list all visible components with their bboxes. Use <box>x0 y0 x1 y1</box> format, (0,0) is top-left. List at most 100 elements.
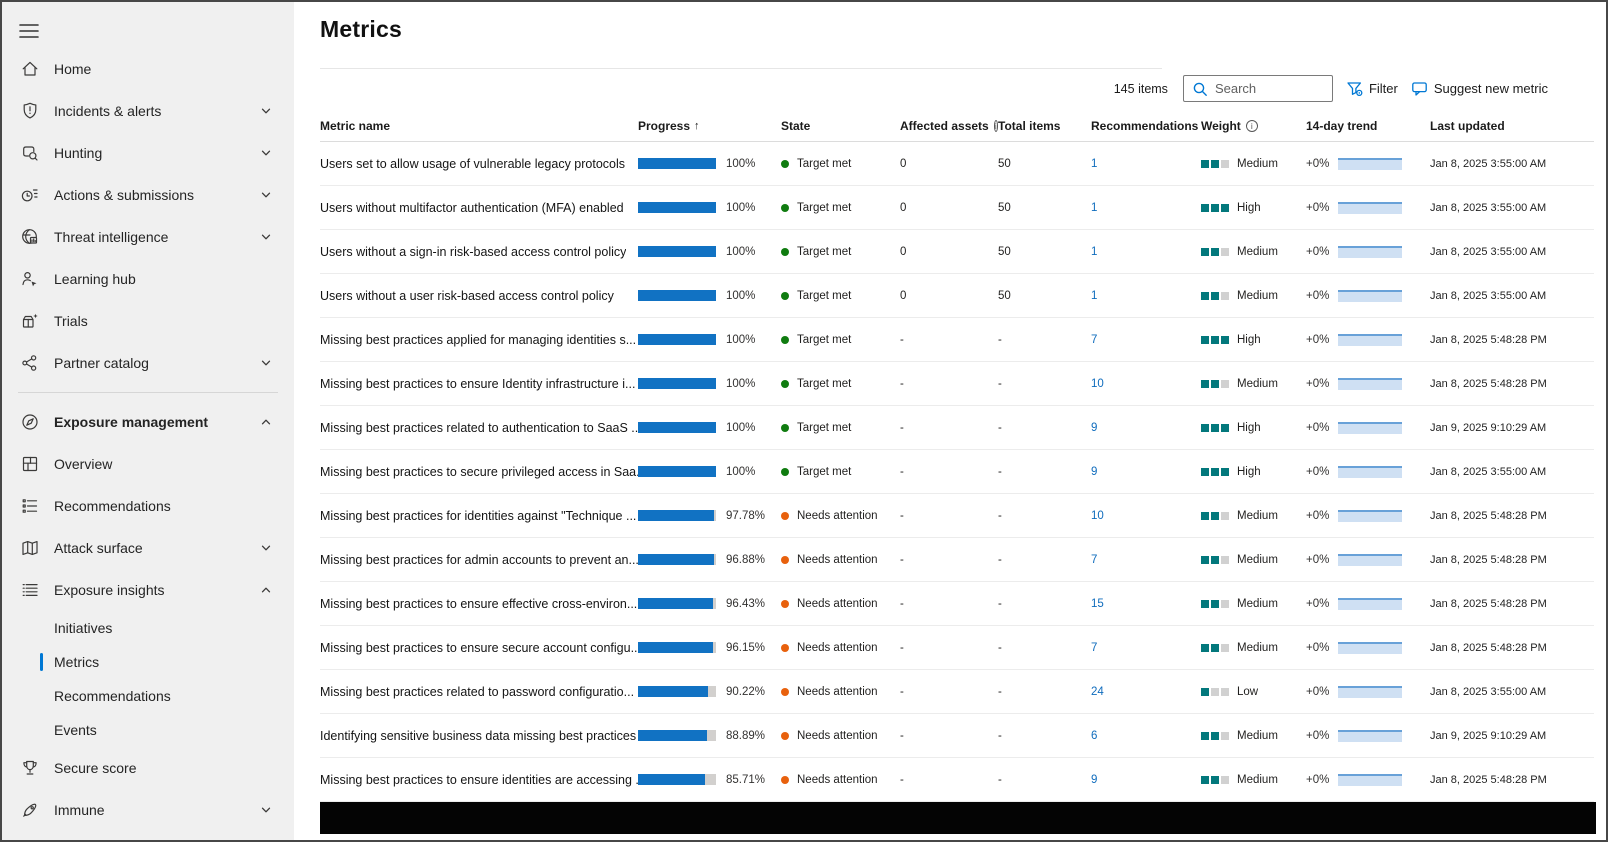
sidebar-item-home[interactable]: Home <box>2 48 294 90</box>
info-icon[interactable]: i <box>1246 120 1258 132</box>
sidebar-item-hunting[interactable]: Hunting <box>2 132 294 174</box>
recommendations-link[interactable]: 24 <box>1091 686 1104 698</box>
page-title: Metrics <box>320 16 402 43</box>
column-header-weight[interactable]: Weighti <box>1201 119 1306 133</box>
table-row[interactable]: Missing best practices related to passwo… <box>320 670 1594 714</box>
search-input[interactable] <box>1215 81 1324 96</box>
sidebar-item-exposure-insights[interactable]: Exposure insights <box>2 569 294 611</box>
metric-name: Missing best practices applied for manag… <box>320 333 636 347</box>
state-dot <box>781 380 789 388</box>
progress-value: 96.43% <box>726 598 765 610</box>
sidebar-item-attack-surface[interactable]: Attack surface <box>2 527 294 569</box>
sidebar-item-learning-hub[interactable]: Learning hub <box>2 258 294 300</box>
sidebar-item-metrics[interactable]: Metrics <box>2 645 294 679</box>
column-header-affected-assets[interactable]: Affected assetsi <box>900 119 998 133</box>
weight-square <box>1201 160 1209 168</box>
column-header-recommendations[interactable]: Recommendations <box>1091 119 1201 133</box>
sidebar-item-immune[interactable]: Immune <box>2 789 294 831</box>
column-header-state[interactable]: State <box>781 119 900 133</box>
trend-cell: +0% <box>1306 378 1430 390</box>
sidebar-item-initiatives[interactable]: Initiatives <box>2 611 294 645</box>
weight-cell: Medium <box>1201 598 1306 610</box>
search-box[interactable] <box>1183 75 1333 102</box>
trend-value: +0% <box>1306 246 1329 258</box>
suggest-new-metric-button[interactable]: Suggest new metric <box>1411 80 1548 97</box>
weight-cell: Medium <box>1201 510 1306 522</box>
state-label: Target met <box>797 422 851 434</box>
recommendations-link[interactable]: 10 <box>1091 378 1104 390</box>
column-header-last-updated[interactable]: Last updated <box>1430 119 1594 133</box>
recommendations-link[interactable]: 1 <box>1091 290 1097 302</box>
table-row[interactable]: Users without a sign-in risk-based acces… <box>320 230 1594 274</box>
recommendations-link[interactable]: 9 <box>1091 466 1097 478</box>
sidebar-item-trials[interactable]: Trials <box>2 300 294 342</box>
recommendations-link[interactable]: 9 <box>1091 422 1097 434</box>
sidebar-item-events[interactable]: Events <box>2 713 294 747</box>
sidebar-item-actions-submissions[interactable]: Actions & submissions <box>2 174 294 216</box>
table-row[interactable]: Missing best practices for identities ag… <box>320 494 1594 538</box>
column-header-progress[interactable]: Progress↑ <box>638 119 781 133</box>
recommendations-link[interactable]: 1 <box>1091 158 1097 170</box>
trend-cell: +0% <box>1306 334 1430 346</box>
table-row[interactable]: Missing best practices for admin account… <box>320 538 1594 582</box>
recommendations-link[interactable]: 10 <box>1091 510 1104 522</box>
weight-cell: Medium <box>1201 378 1306 390</box>
affected-assets-cell: 0 <box>900 158 998 170</box>
table-row[interactable]: Missing best practices to ensure Identit… <box>320 362 1594 406</box>
trend-cell: +0% <box>1306 554 1430 566</box>
table-row[interactable]: Identifying sensitive business data miss… <box>320 714 1594 758</box>
sidebar-item-recommendations[interactable]: Recommendations <box>2 679 294 713</box>
sidebar-item-secure-score[interactable]: Secure score <box>2 747 294 789</box>
table-row[interactable]: Users without a user risk-based access c… <box>320 274 1594 318</box>
table-row[interactable]: Missing best practices applied for manag… <box>320 318 1594 362</box>
column-header-14-day-trend[interactable]: 14-day trend <box>1306 119 1430 133</box>
progress-value: 88.89% <box>726 730 765 742</box>
sidebar-item-exposure-management[interactable]: Exposure management <box>2 401 294 443</box>
chat-icon <box>1411 80 1428 97</box>
table-row[interactable]: Users set to allow usage of vulnerable l… <box>320 142 1594 186</box>
hamburger-menu-button[interactable] <box>2 10 39 48</box>
recommendations-link[interactable]: 7 <box>1091 642 1097 654</box>
recommendations-link[interactable]: 7 <box>1091 554 1097 566</box>
recommendations-cell: 10 <box>1091 510 1201 522</box>
table-row[interactable]: Missing best practices to ensure effecti… <box>320 582 1594 626</box>
sidebar-item-overview[interactable]: Overview <box>2 443 294 485</box>
recommendations-link[interactable]: 9 <box>1091 774 1097 786</box>
total-items-cell: - <box>998 686 1091 698</box>
progress-value: 100% <box>726 202 755 214</box>
weight-label: Medium <box>1237 774 1278 786</box>
total-items-value: - <box>998 510 1002 522</box>
affected-assets-value: - <box>900 774 904 786</box>
column-label: 14-day trend <box>1306 119 1377 133</box>
progress-value: 100% <box>726 422 755 434</box>
table-row[interactable]: Missing best practices related to authen… <box>320 406 1594 450</box>
weight-cell: Medium <box>1201 290 1306 302</box>
progress-bar <box>638 554 716 565</box>
recommendations-link[interactable]: 1 <box>1091 202 1097 214</box>
sidebar-item-label: Threat intelligence <box>54 229 168 245</box>
recommendations-link[interactable]: 1 <box>1091 246 1097 258</box>
table-row[interactable]: Missing best practices to ensure identit… <box>320 758 1594 802</box>
last-updated-cell: Jan 8, 2025 5:48:28 PM <box>1430 774 1594 786</box>
filter-button[interactable]: Filter <box>1346 80 1398 97</box>
sidebar-item-recommendations[interactable]: Recommendations <box>2 485 294 527</box>
sidebar-item-threat-intelligence[interactable]: Threat intelligence <box>2 216 294 258</box>
column-header-metric-name[interactable]: Metric name <box>320 119 638 133</box>
table-row[interactable]: Users without multifactor authentication… <box>320 186 1594 230</box>
recommendations-link[interactable]: 15 <box>1091 598 1104 610</box>
total-items-value: 50 <box>998 290 1011 302</box>
weight-cell: High <box>1201 334 1306 346</box>
metric-name: Missing best practices to ensure Identit… <box>320 377 635 391</box>
affected-assets-value: - <box>900 378 904 390</box>
table-row[interactable]: Missing best practices to ensure secure … <box>320 626 1594 670</box>
recommendations-link[interactable]: 7 <box>1091 334 1097 346</box>
trend-sparkline <box>1338 774 1402 786</box>
affected-assets-value: 0 <box>900 246 906 258</box>
table-row[interactable]: Missing best practices to secure privile… <box>320 450 1594 494</box>
last-updated-cell: Jan 8, 2025 5:48:28 PM <box>1430 334 1594 346</box>
sidebar-item-incidents-alerts[interactable]: Incidents & alerts <box>2 90 294 132</box>
total-items-cell: 50 <box>998 202 1091 214</box>
sidebar-item-partner-catalog[interactable]: Partner catalog <box>2 342 294 384</box>
column-header-total-items[interactable]: Total items <box>998 119 1091 133</box>
recommendations-link[interactable]: 6 <box>1091 730 1097 742</box>
